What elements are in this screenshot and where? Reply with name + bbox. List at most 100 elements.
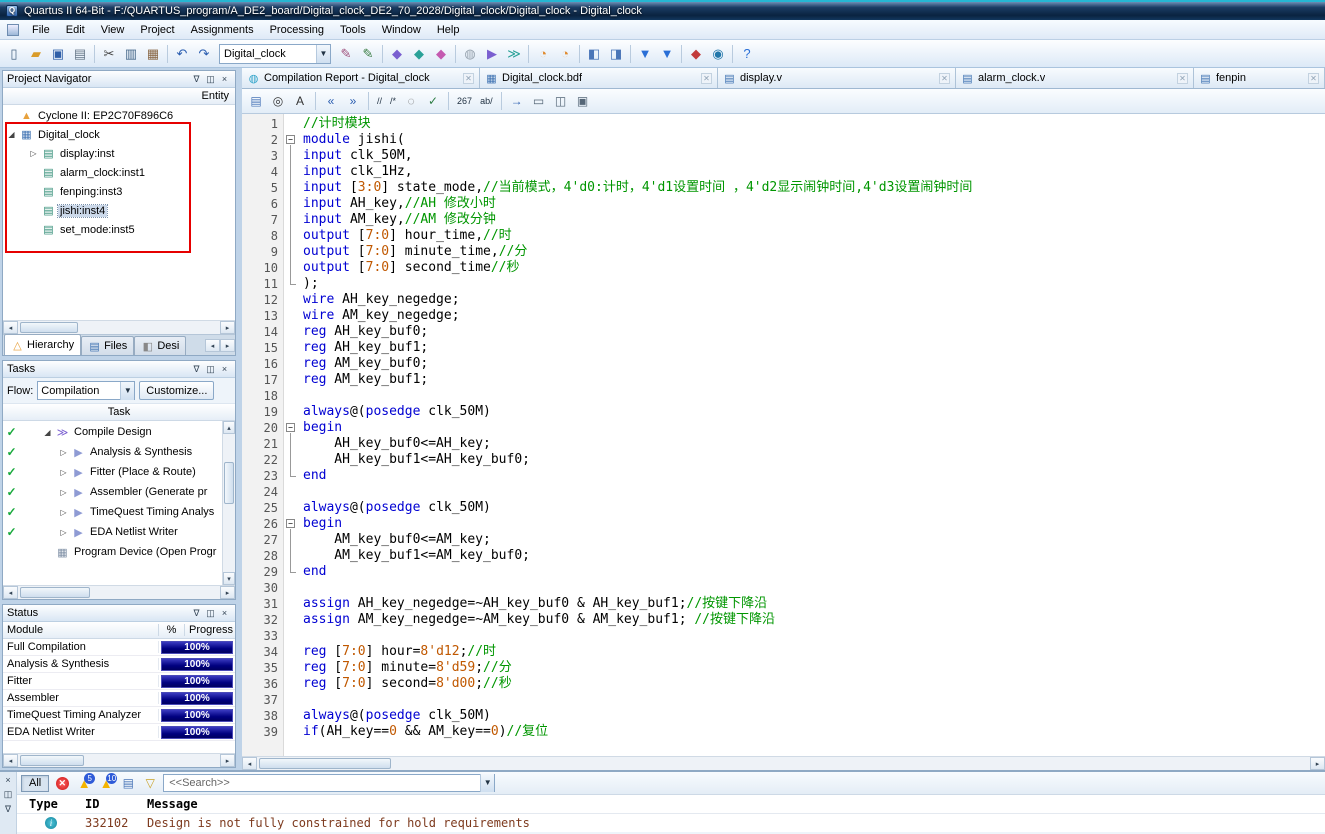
tree-row[interactable]: ◢▦Digital_clock [3, 125, 235, 144]
save-icon[interactable]: ▣ [47, 43, 69, 65]
task-row[interactable]: ✓▷▶TimeQuest Timing Analys [3, 502, 235, 522]
scroll-thumb[interactable] [259, 758, 391, 769]
code-line[interactable]: if(AH_key==0 && AM_key==0)//复位 [303, 724, 1325, 740]
tasks-v-scrollbar[interactable]: ▴ ▾ [222, 421, 235, 585]
scroll-right-icon[interactable]: ▸ [1310, 757, 1325, 770]
tab-close-icon[interactable]: ✕ [939, 73, 950, 84]
cut-icon[interactable]: ✂ [98, 43, 120, 65]
pin-icon[interactable]: ∇ [2, 803, 15, 816]
template-icon[interactable]: ▤ [246, 91, 266, 111]
module-column-header[interactable]: Module [3, 624, 159, 636]
timing-wizard-icon[interactable]: ◔ [554, 43, 576, 65]
pin-icon[interactable]: ∇ [190, 607, 203, 620]
tasks-h-scrollbar[interactable]: ◂ ▸ [3, 585, 235, 599]
percent-column-header[interactable]: % [159, 624, 185, 636]
redo-icon[interactable]: ↷ [193, 43, 215, 65]
fold-toggle-icon[interactable]: − [286, 423, 295, 432]
chip-planner-icon[interactable]: ◨ [605, 43, 627, 65]
stop-icon[interactable]: ◍ [459, 43, 481, 65]
dock-icon[interactable]: ◫ [204, 363, 217, 376]
menu-item-project[interactable]: Project [132, 21, 182, 39]
scroll-track[interactable] [18, 586, 220, 599]
code-line[interactable]: input AM_key,//AM 修改分钟 [303, 212, 1325, 228]
programmer-icon[interactable]: ▼ [634, 43, 656, 65]
code-line[interactable]: input clk_1Hz, [303, 164, 1325, 180]
tree-row[interactable]: ▤jishi:inst4 [3, 201, 235, 220]
scroll-right-icon[interactable]: ▸ [220, 586, 235, 599]
signaltap-icon[interactable]: ▼ [656, 43, 678, 65]
code-line[interactable]: reg AH_key_buf0; [303, 324, 1325, 340]
code-line[interactable]: always@(posedge clk_50M) [303, 500, 1325, 516]
find-icon[interactable]: ◎ [268, 91, 288, 111]
dock-icon[interactable]: ◫ [2, 788, 15, 801]
menu-item-view[interactable]: View [93, 21, 133, 39]
navigator-h-scrollbar[interactable]: ◂ ▸ [3, 320, 235, 334]
tab-design-units[interactable]: ◧ Desi [134, 336, 186, 355]
task-row[interactable]: ✓▷▶Fitter (Place & Route) [3, 462, 235, 482]
menu-item-assignments[interactable]: Assignments [183, 21, 262, 39]
code-line[interactable]: AM_key_buf0<=AM_key; [303, 532, 1325, 548]
code-line[interactable]: input AH_key,//AH 修改小时 [303, 196, 1325, 212]
pin-planner-icon[interactable]: ✎ [357, 43, 379, 65]
scroll-up-icon[interactable]: ▴ [223, 421, 235, 434]
scroll-left-icon[interactable]: ◂ [3, 586, 18, 599]
code-line[interactable]: reg AH_key_buf1; [303, 340, 1325, 356]
code-line[interactable] [303, 580, 1325, 596]
new-file-icon[interactable]: ▯ [3, 43, 25, 65]
scroll-thumb[interactable] [224, 462, 234, 504]
tab-hierarchy[interactable]: △ Hierarchy [4, 334, 81, 355]
scroll-thumb[interactable] [20, 755, 84, 766]
comment-icon[interactable]: // [374, 96, 385, 106]
indent-decrease-icon[interactable]: « [321, 91, 341, 111]
rapid-recompile-icon[interactable]: ≫ [503, 43, 525, 65]
dock-icon[interactable]: ◫ [204, 73, 217, 86]
code-line[interactable]: AM_key_buf1<=AM_key_buf0; [303, 548, 1325, 564]
menu-item-window[interactable]: Window [374, 21, 429, 39]
project-combo[interactable]: Digital_clock ▼ [219, 44, 331, 64]
analysis-icon[interactable]: ◆ [408, 43, 430, 65]
print-icon[interactable]: ▤ [69, 43, 91, 65]
scroll-left-icon[interactable]: ◂ [3, 321, 18, 334]
start-compilation-icon[interactable]: ▶ [481, 43, 503, 65]
code-line[interactable]: reg [7:0] hour=8'd12;//时 [303, 644, 1325, 660]
tabs-scroll-left-icon[interactable]: ◂ [205, 339, 220, 352]
critical-warning-filter-button[interactable]: ▲ 5 [75, 774, 93, 792]
message-row[interactable]: i332102Design is not fully constrained f… [17, 814, 1325, 832]
code-line[interactable]: ); [303, 276, 1325, 292]
word-wrap-icon[interactable]: ab/ [477, 96, 496, 106]
expand-arrow-icon[interactable]: ▷ [58, 508, 69, 517]
menu-item-edit[interactable]: Edit [58, 21, 93, 39]
chevron-down-icon[interactable]: ▼ [120, 382, 134, 400]
close-icon[interactable]: × [218, 73, 231, 86]
expand-arrow-icon[interactable]: ▷ [28, 149, 39, 158]
code-line[interactable]: wire AM_key_negedge; [303, 308, 1325, 324]
filter-funnel-button[interactable]: ▽ [141, 774, 159, 792]
code-line[interactable]: //计时模块 [303, 116, 1325, 132]
code-line[interactable]: assign AH_key_negedge=~AH_key_buf0 & AH_… [303, 596, 1325, 612]
fold-toggle-icon[interactable]: − [286, 135, 295, 144]
pin-icon[interactable]: ∇ [190, 73, 203, 86]
open-folder-icon[interactable]: ▰ [25, 43, 47, 65]
code-line[interactable] [303, 628, 1325, 644]
code-line[interactable]: begin [303, 420, 1325, 436]
document-tab[interactable]: ▦Digital_clock.bdf✕ [480, 68, 718, 88]
attach-icon[interactable]: ◌ [401, 91, 421, 111]
pin-icon[interactable]: ∇ [190, 363, 203, 376]
expand-arrow-icon[interactable]: ▷ [58, 468, 69, 477]
code-line[interactable]: end [303, 564, 1325, 580]
close-icon[interactable]: × [218, 607, 231, 620]
code-line[interactable]: reg [7:0] minute=8'd59;//分 [303, 660, 1325, 676]
expand-arrow-icon[interactable]: ▷ [58, 528, 69, 537]
search-input[interactable]: <<Search>> ▼ [163, 774, 495, 792]
scroll-left-icon[interactable]: ◂ [242, 757, 257, 770]
code-line[interactable]: assign AM_key_negedge=~AM_key_buf0 & AM_… [303, 612, 1325, 628]
fit-window-icon[interactable]: ▣ [573, 91, 593, 111]
menu-item-tools[interactable]: Tools [332, 21, 374, 39]
tree-row[interactable]: ▤alarm_clock:inst1 [3, 163, 235, 182]
synthesis-icon[interactable]: ◆ [430, 43, 452, 65]
status-h-scrollbar[interactable]: ◂ ▸ [3, 753, 235, 767]
close-icon[interactable]: × [2, 773, 15, 786]
code-line[interactable] [303, 692, 1325, 708]
code-line[interactable]: input clk_50M, [303, 148, 1325, 164]
entity-column-header[interactable]: Entity [3, 88, 235, 105]
